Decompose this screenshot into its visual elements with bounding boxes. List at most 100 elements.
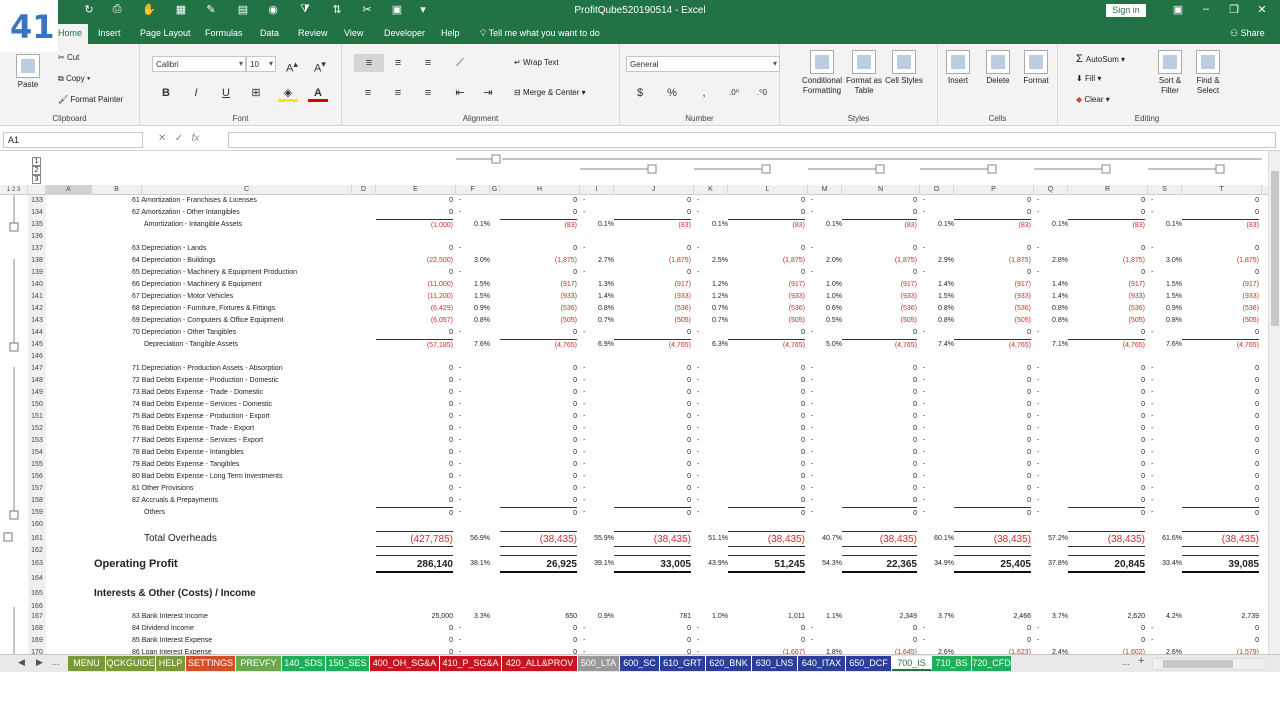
row-label[interactable]: Amortization - Intangible Assets — [144, 219, 242, 231]
value-cell[interactable]: 0 — [500, 387, 577, 399]
percent-cell[interactable]: - — [580, 435, 614, 447]
percent-cell[interactable]: - — [1148, 387, 1182, 399]
percent-cell[interactable]: - — [580, 267, 614, 279]
sheet-tab[interactable]: 640_ITAX — [798, 656, 846, 671]
value-cell[interactable]: 0 — [614, 507, 691, 519]
value-cell[interactable]: (933) — [1068, 291, 1145, 303]
value-cell[interactable]: (505) — [954, 315, 1031, 327]
value-cell[interactable]: 0 — [1182, 387, 1259, 399]
tab-view[interactable]: View — [344, 28, 363, 38]
percent-cell[interactable]: - — [1034, 267, 1068, 279]
percent-cell[interactable]: 34.9% — [920, 555, 954, 573]
value-cell[interactable]: (505) — [1182, 315, 1259, 327]
sheet-tab[interactable]: 420_ALL&PROV — [502, 656, 578, 671]
percent-cell[interactable]: - — [456, 363, 490, 375]
row-label[interactable]: 64 Depreciation - Buildings — [132, 255, 216, 267]
value-cell[interactable]: 0 — [1182, 459, 1259, 471]
value-cell[interactable]: 0 — [842, 447, 917, 459]
percent-cell[interactable]: - — [1034, 483, 1068, 495]
value-cell[interactable]: 0 — [376, 207, 453, 219]
percent-cell[interactable]: - — [456, 267, 490, 279]
value-cell[interactable]: 0 — [614, 623, 691, 635]
percent-cell[interactable]: 0.7% — [694, 303, 728, 315]
value-cell[interactable]: 0 — [614, 411, 691, 423]
delete-cells-button[interactable]: Delete — [978, 50, 1018, 86]
percent-cell[interactable]: 61.6% — [1148, 531, 1182, 547]
column-header-s[interactable]: S — [1148, 185, 1182, 195]
value-cell[interactable]: 0 — [842, 399, 917, 411]
value-cell[interactable]: 0 — [1068, 459, 1145, 471]
percent-cell[interactable]: - — [1148, 459, 1182, 471]
value-cell[interactable]: 0 — [614, 243, 691, 255]
value-cell[interactable]: 0 — [376, 447, 453, 459]
percent-cell[interactable]: 51.1% — [694, 531, 728, 547]
value-cell[interactable]: 0 — [1068, 471, 1145, 483]
value-cell[interactable]: 781 — [614, 611, 691, 623]
align-bottom-icon[interactable]: ≡ — [418, 54, 438, 72]
row-label[interactable]: 80 Bad Debts Expense - Long Term Investm… — [132, 471, 282, 483]
value-cell[interactable]: (536) — [954, 303, 1031, 315]
value-cell[interactable]: (505) — [842, 315, 917, 327]
percent-cell[interactable]: - — [808, 635, 842, 647]
percent-cell[interactable]: 3.7% — [1034, 611, 1068, 623]
minimize-icon[interactable]: – — [1196, 3, 1216, 19]
row-header[interactable]: 166 — [28, 603, 46, 611]
value-cell[interactable]: 0 — [500, 375, 577, 387]
value-cell[interactable]: 0 — [954, 459, 1031, 471]
row-label[interactable]: 66 Depreciation - Machinery & Equipment — [132, 279, 262, 291]
percent-cell[interactable]: - — [1034, 375, 1068, 387]
row-header[interactable]: 136 — [28, 231, 46, 243]
value-cell[interactable]: 0 — [954, 447, 1031, 459]
percent-cell[interactable]: 1.4% — [580, 291, 614, 303]
value-cell[interactable]: 2,620 — [1068, 611, 1145, 623]
value-cell[interactable]: 0 — [1068, 447, 1145, 459]
row-label[interactable]: 85 Bank Interest Expense — [132, 635, 212, 647]
sheet-tab[interactable]: 610_GRT — [660, 656, 706, 671]
value-cell[interactable]: 0 — [500, 423, 577, 435]
column-header-a[interactable]: A — [46, 185, 92, 195]
value-cell[interactable]: 0 — [1182, 243, 1259, 255]
value-cell[interactable]: (4,765) — [500, 339, 577, 351]
value-cell[interactable]: 0 — [1068, 375, 1145, 387]
percent-cell[interactable]: - — [580, 327, 614, 339]
percent-cell[interactable]: 55.9% — [580, 531, 614, 547]
value-cell[interactable]: 0 — [614, 423, 691, 435]
value-cell[interactable]: 0 — [1068, 363, 1145, 375]
value-cell[interactable]: (536) — [1068, 303, 1145, 315]
value-cell[interactable]: 0 — [1068, 423, 1145, 435]
percent-cell[interactable]: 5.0% — [808, 339, 842, 351]
percent-cell[interactable]: 0.1% — [694, 219, 728, 231]
value-cell[interactable]: 0 — [500, 399, 577, 411]
percent-cell[interactable]: - — [694, 327, 728, 339]
percent-cell[interactable]: - — [808, 447, 842, 459]
percent-cell[interactable]: - — [580, 459, 614, 471]
value-cell[interactable]: 0 — [954, 387, 1031, 399]
percent-cell[interactable]: 57.2% — [1034, 531, 1068, 547]
find-select-button[interactable]: Find & Select — [1188, 50, 1228, 96]
percent-cell[interactable]: - — [1148, 411, 1182, 423]
value-cell[interactable]: (83) — [500, 219, 577, 231]
tab-more-right[interactable]: ... — [1122, 657, 1130, 667]
percent-cell[interactable]: - — [920, 411, 954, 423]
value-cell[interactable]: (83) — [1182, 219, 1259, 231]
value-cell[interactable]: 0 — [1182, 483, 1259, 495]
percent-cell[interactable]: - — [580, 623, 614, 635]
row-header[interactable]: 141 — [28, 291, 46, 303]
value-cell[interactable]: 0 — [954, 243, 1031, 255]
value-cell[interactable]: 0 — [728, 423, 805, 435]
value-cell[interactable]: 26,925 — [500, 555, 577, 573]
percent-cell[interactable]: - — [808, 459, 842, 471]
value-cell[interactable]: 0 — [376, 267, 453, 279]
value-cell[interactable]: 0 — [376, 411, 453, 423]
value-cell[interactable]: (83) — [614, 219, 691, 231]
value-cell[interactable]: 0 — [1182, 195, 1259, 207]
percent-cell[interactable]: - — [456, 435, 490, 447]
value-cell[interactable]: (917) — [728, 279, 805, 291]
sheet-tab[interactable]: 140_SDS — [282, 656, 326, 671]
column-header-b[interactable]: B — [92, 185, 142, 195]
percent-cell[interactable]: - — [1148, 267, 1182, 279]
value-cell[interactable]: 0 — [500, 471, 577, 483]
horizontal-scrollbar[interactable] — [1152, 658, 1266, 670]
font-size-select[interactable]: 10 — [246, 56, 276, 72]
row-header[interactable]: 165 — [28, 585, 46, 603]
